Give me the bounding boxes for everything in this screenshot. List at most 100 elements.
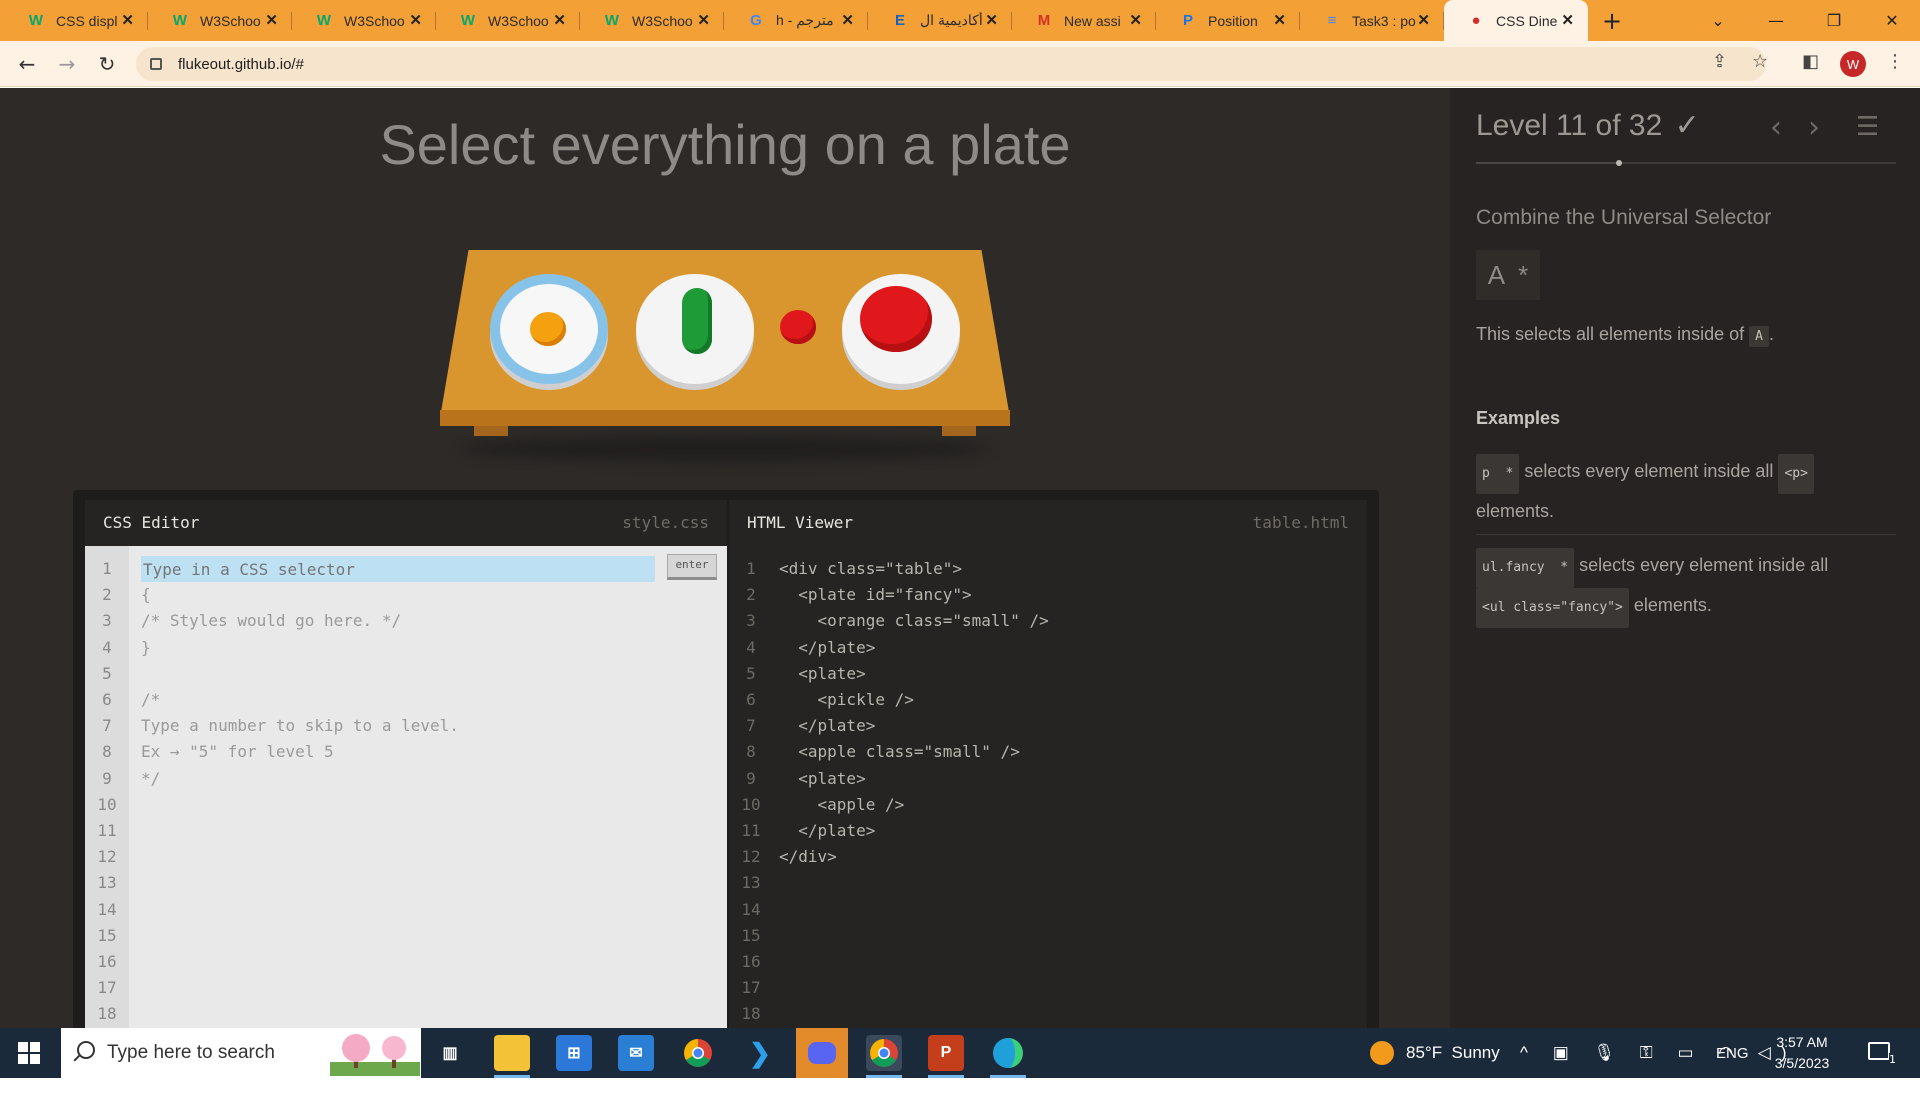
clock-date: 3/5/2023	[1774, 1055, 1830, 1071]
profile-avatar[interactable]: W	[1840, 51, 1866, 77]
edge-icon[interactable]	[990, 1035, 1026, 1071]
start-button[interactable]	[0, 1028, 58, 1078]
enter-button[interactable]: enter	[667, 554, 717, 580]
browser-tab[interactable]: W W3Schoo ✕	[148, 0, 292, 41]
more-menu-icon[interactable]: ⋮	[1886, 51, 1904, 72]
previous-level-icon[interactable]: ‹	[1770, 110, 1782, 145]
vscode-icon[interactable]: ❯	[742, 1035, 778, 1071]
notification-center-icon[interactable]: 1	[1868, 1042, 1896, 1066]
taskbar-search-text: Type here to search	[107, 1042, 275, 1063]
taskbar-clock[interactable]: 3:57 AM 3/5/2023	[1760, 1032, 1844, 1074]
browser-tab[interactable]: P Position ✕	[1156, 0, 1300, 41]
file-explorer-icon[interactable]	[494, 1035, 530, 1071]
back-button[interactable]: ←	[12, 49, 42, 79]
close-tab-icon[interactable]: ✕	[1129, 11, 1142, 29]
url-bar[interactable]: flukeout.github.io/#	[136, 47, 1766, 81]
plate[interactable]	[636, 274, 754, 384]
browser-tab[interactable]: Gh - مترجم ✕	[724, 0, 868, 41]
browser-tab[interactable]: W W3Schoo ✕	[580, 0, 724, 41]
level-progress-bar	[1476, 160, 1896, 166]
css-diner-page: Select everything on a plate CSS Editor	[0, 88, 1920, 1030]
browser-tab-title: W3Schoo	[200, 12, 261, 29]
weather-widget[interactable]: 85°F Sunny	[1370, 1028, 1500, 1078]
close-tab-icon[interactable]: ✕	[1561, 11, 1574, 29]
html-code-text[interactable]: <div class="table"> <plate id="fancy"> <…	[779, 556, 1367, 870]
address-bar-row: ← → ↻ flukeout.github.io/# ⇪ ☆ ◧ ⋮	[0, 41, 1920, 87]
level-sidebar: Level 11 of 32 ✓ ‹ › ☰ Combine the Unive…	[1450, 88, 1920, 1028]
close-tab-icon[interactable]: ✕	[1417, 11, 1430, 29]
css-code-area: 1 2 3 4 5 6 7 8 9 10 11 12 13 14 15 16 1…	[85, 546, 727, 1030]
browser-tab[interactable]: W CSS displ ✕	[4, 0, 148, 41]
table-leg	[942, 426, 976, 436]
microsoft-store-icon[interactable]: ⊞	[556, 1035, 592, 1071]
html-viewer-title: HTML Viewer	[747, 512, 853, 532]
pickle[interactable]	[682, 288, 712, 354]
notification-count: 1	[1889, 1053, 1896, 1066]
css-editor-header: CSS Editor style.css	[85, 500, 727, 544]
example-item: ul.fancy * selects every element inside …	[1476, 548, 1896, 628]
level-menu-icon[interactable]: ☰	[1856, 112, 1879, 142]
close-tab-icon[interactable]: ✕	[121, 11, 134, 29]
close-tab-icon[interactable]: ✕	[409, 11, 422, 29]
google-icon: G	[750, 12, 762, 29]
html-code-area: 1 2 3 4 5 6 7 8 9 10 11 12 13 14 15 16 1…	[729, 546, 1367, 1030]
css-selector-input[interactable]	[141, 556, 655, 582]
browser-tab[interactable]: ≡ Task3 : po ✕	[1300, 0, 1444, 41]
share-icon[interactable]: ⇪	[1712, 51, 1727, 72]
w3schools-icon: W	[28, 12, 44, 29]
search-icon	[77, 1041, 95, 1059]
close-tab-icon[interactable]: ✕	[697, 11, 710, 29]
small-apple[interactable]	[780, 310, 816, 344]
apple[interactable]	[860, 286, 932, 352]
tab-search-button[interactable]: ⌄	[1690, 0, 1746, 41]
example-item: p * selects every element inside all <p>…	[1476, 454, 1896, 535]
lock-icon	[150, 58, 162, 70]
new-tab-button[interactable]: +	[1592, 0, 1632, 41]
minimize-button[interactable]: —	[1748, 0, 1804, 41]
system-tray-icons[interactable]: ^ ▣ 🎙 ⚿ ▭ ◠ ◁)	[1520, 1028, 1797, 1078]
forward-button[interactable]: →	[52, 49, 82, 79]
windows-taskbar: Type here to search ▥ ⊞ ✉ ❯ P 85°F Sunny…	[0, 1028, 1920, 1078]
bookmark-star-icon[interactable]: ☆	[1752, 51, 1768, 72]
hint-end: .	[1768, 324, 1774, 344]
browser-tab[interactable]: M New assi ✕	[1012, 0, 1156, 41]
browser-tab[interactable]: E أكاديمية ال ✕	[868, 0, 1012, 41]
powerpoint-icon[interactable]: P	[928, 1035, 964, 1071]
browser-tab-title: New assi	[1064, 12, 1121, 29]
weather-text: 85°F Sunny	[1406, 1043, 1500, 1062]
screen-bottom-strip	[0, 1078, 1920, 1112]
small-orange[interactable]	[530, 312, 566, 346]
language-indicator[interactable]: ENG	[1716, 1028, 1749, 1078]
browser-tab[interactable]: W W3Schoo ✕	[436, 0, 580, 41]
browser-tab[interactable]: ● CSS Dine ✕	[1444, 0, 1588, 41]
browser-tab-title: W3Schoo	[632, 12, 693, 29]
side-panel-icon[interactable]: ◧	[1802, 51, 1819, 72]
close-tab-icon[interactable]: ✕	[265, 11, 278, 29]
discord-icon[interactable]	[796, 1028, 848, 1078]
next-level-icon[interactable]: ›	[1808, 110, 1820, 145]
plate[interactable]	[842, 274, 960, 384]
close-tab-icon[interactable]: ✕	[553, 11, 566, 29]
close-tab-icon[interactable]: ✕	[841, 11, 854, 29]
close-window-button[interactable]: ✕	[1864, 0, 1920, 41]
browser-tab[interactable]: W W3Schoo ✕	[292, 0, 436, 41]
close-tab-icon[interactable]: ✕	[985, 11, 998, 29]
close-tab-icon[interactable]: ✕	[1273, 11, 1286, 29]
level-instruction: Select everything on a plate	[379, 113, 1071, 176]
fancy-plate[interactable]	[490, 274, 608, 384]
example-text: selects every element inside all	[1574, 555, 1829, 575]
browser-tab-title: Position	[1208, 12, 1258, 29]
mail-icon[interactable]: ✉	[618, 1035, 654, 1071]
table-leg	[474, 426, 508, 436]
reload-button[interactable]: ↻	[92, 49, 122, 79]
css-editor: CSS Editor style.css 1 2 3 4 5 6 7 8 9 1…	[85, 500, 727, 1030]
chrome-icon[interactable]	[680, 1035, 716, 1071]
restore-button[interactable]: ❐	[1806, 0, 1862, 41]
task-view-icon[interactable]: ▥	[432, 1035, 468, 1071]
contacts-icon: P	[1182, 12, 1193, 29]
w3schools-icon: W	[316, 12, 332, 29]
example-text: elements.	[1476, 501, 1555, 521]
chrome-profile-icon[interactable]	[866, 1035, 902, 1071]
css-editor-filename: style.css	[622, 512, 709, 532]
css-code-text: { /* Styles would go here. */ } /* Type …	[141, 585, 459, 788]
